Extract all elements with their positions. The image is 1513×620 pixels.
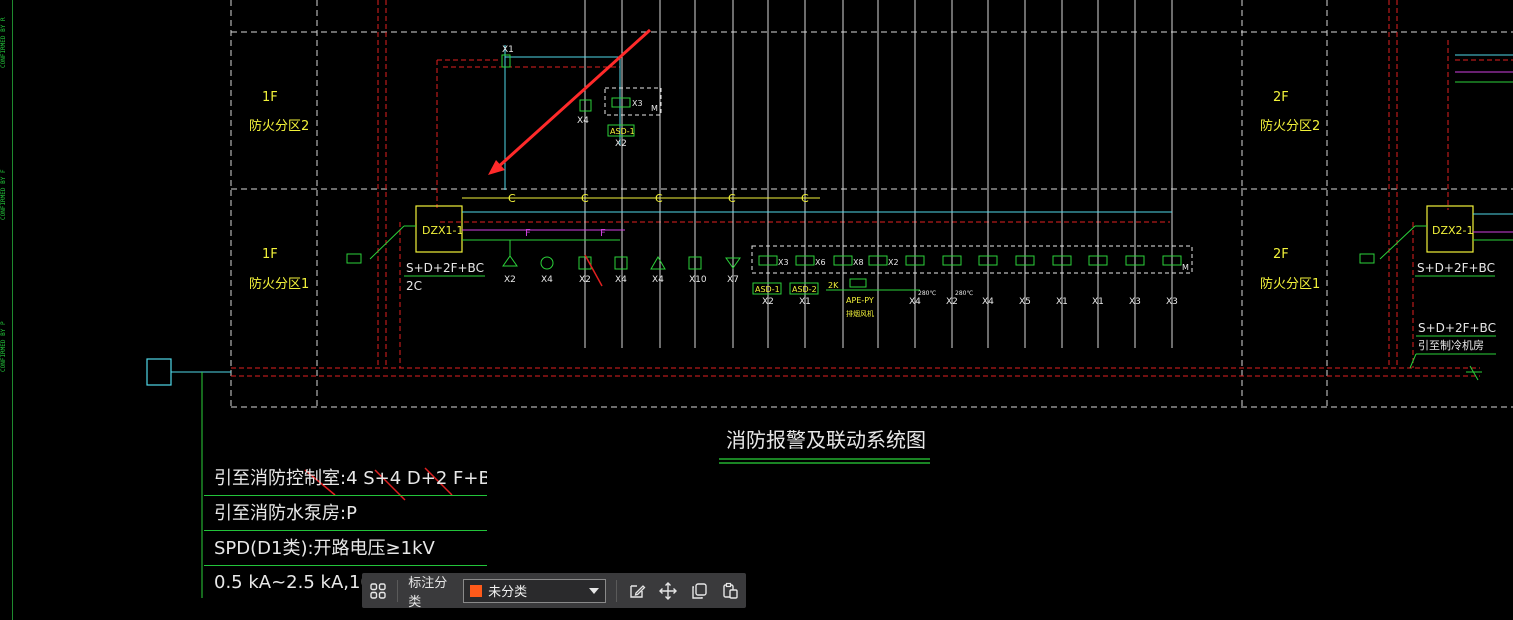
zone-label-1f-top: 防火分区2 <box>249 118 309 134</box>
top-right-lines <box>1455 54 1513 83</box>
device-top-x4-label: X4 <box>577 116 589 126</box>
c-marker: C <box>581 192 589 205</box>
device-top-asd-label: ASD-1 <box>610 127 635 136</box>
k2-label: 2K <box>828 281 839 290</box>
move-icon <box>658 581 677 600</box>
toolbar-separator <box>616 579 617 602</box>
paste-icon <box>723 582 739 599</box>
module-box-label: X8 <box>853 258 864 267</box>
module-bottom-label: X1 <box>1056 297 1068 307</box>
panel-dzx1-1[interactable]: DZX1-1 S+D+2F+BC 2C <box>404 205 485 293</box>
device-bottom-label: X4 <box>615 275 627 285</box>
floor-label-2f-top: 2F <box>1273 90 1289 105</box>
module-bottom-label: X1 <box>799 297 811 307</box>
module-bottom-label: X3 <box>1166 297 1178 307</box>
device-top-x3-label: X3 <box>632 99 643 108</box>
floor-label-1f-bottom: 1F <box>262 247 278 262</box>
module-box-label: X2 <box>888 258 899 267</box>
category-select[interactable]: 未分类 <box>463 578 606 603</box>
panel-dzx1-1-code: 2C <box>406 279 422 293</box>
toolbar-separator <box>397 579 399 602</box>
module-bottom-label: X2 <box>946 297 958 307</box>
module-bottom-label: X5 <box>1019 297 1031 307</box>
bus-label-f1: F <box>525 228 531 239</box>
panel-dzx1-1-cable: S+D+2F+BC <box>406 261 484 275</box>
copy-button[interactable] <box>684 575 715 607</box>
right-cable-note: S+D+2F+BC 引至制冷机房 <box>1409 321 1496 369</box>
legend-row-pump-room: 引至消防水泵房:P <box>204 497 487 531</box>
asd1-label: ASD-1 <box>755 285 780 294</box>
paste-button[interactable] <box>715 575 746 607</box>
c-marker: C <box>728 192 736 205</box>
grid-icon <box>369 582 386 599</box>
module-extras: ASD-1 ASD-2 2K APE-PY 排烟风机 280℃ 280℃ <box>752 278 973 318</box>
zone-label-1f-bottom: 防火分区1 <box>249 276 309 292</box>
temp-label-1: 280℃ <box>918 290 936 297</box>
edit-button[interactable] <box>621 575 652 607</box>
device-box-left[interactable] <box>346 253 362 264</box>
panel-dzx2-1[interactable]: DZX2-1 S+D+2F+BC <box>1415 205 1513 277</box>
module-bottom-label: X1 <box>1092 297 1104 307</box>
edit-icon <box>629 584 646 598</box>
ape-label: APE-PY <box>846 296 874 305</box>
module-bottom-label: X3 <box>1129 297 1141 307</box>
grid-menu-button[interactable] <box>362 575 393 607</box>
temp-label-2: 280℃ <box>955 290 973 297</box>
module-box-label: X3 <box>778 258 789 267</box>
zone-label-2f-bottom: 防火分区1 <box>1260 276 1320 292</box>
red-boundaries <box>231 0 1513 377</box>
device-box-right[interactable] <box>1359 253 1375 264</box>
panel-dzx2-1-name: DZX2-1 <box>1432 224 1474 237</box>
floor-label-2f-bottom: 2F <box>1273 247 1289 262</box>
diagram-title: 消防报警及联动系统图 <box>726 428 926 452</box>
floor-label-1f-top: 1F <box>262 90 278 105</box>
asd2-label: ASD-2 <box>792 285 817 294</box>
legend-row-control-room: 引至消防控制室:4 S+4 D+2 F+BC <box>204 462 487 496</box>
right-cable-line2: 引至制冷机房 <box>1418 338 1484 352</box>
category-color-swatch <box>470 584 483 597</box>
module-box-label: X6 <box>815 258 826 267</box>
device-bottom-label: X2 <box>504 275 516 285</box>
riser-lines <box>584 0 1173 348</box>
floor-grid <box>230 0 1513 408</box>
module-bottom-label: X4 <box>909 297 921 307</box>
device-bottom-label: X7 <box>727 275 739 285</box>
annotation-toolbar: 标注分类 未分类 <box>362 573 746 610</box>
module-row-m: M <box>1182 263 1189 272</box>
move-button[interactable] <box>652 575 683 607</box>
module-bottom-label: X2 <box>762 297 774 307</box>
device-top-x1-label: X1 <box>502 45 514 55</box>
chevron-down-icon <box>589 587 599 594</box>
ape-sub-label: 排烟风机 <box>846 309 874 318</box>
copy-icon <box>692 582 707 599</box>
module-boxes[interactable]: X3 X6 X8 X2 <box>758 255 1182 267</box>
device-bottom-label: X4 <box>541 275 553 285</box>
device-top-m-label: M <box>651 104 658 113</box>
c-marker: C <box>655 192 663 205</box>
module-bottom-label: X4 <box>982 297 994 307</box>
panel-dzx2-1-cable: S+D+2F+BC <box>1417 261 1495 275</box>
device-bottom-label: X10 <box>689 275 707 285</box>
device-bottom-label: X2 <box>579 275 591 285</box>
bus-label-f2: F <box>600 228 606 239</box>
c-marker: C <box>801 192 809 205</box>
panel-dzx1-1-name: DZX1-1 <box>422 224 464 237</box>
top-devices[interactable]: X1 X4 X3 M ASD-1 X2 <box>501 45 662 149</box>
device-top-x2-label: X2 <box>615 139 627 149</box>
category-select-value: 未分类 <box>488 585 528 600</box>
category-label: 标注分类 <box>408 575 448 610</box>
zone-label-2f-top: 防火分区2 <box>1260 118 1320 134</box>
right-cable-line1: S+D+2F+BC <box>1418 321 1496 335</box>
c-marker: C <box>508 192 516 205</box>
legend-row-spd: SPD(D1类):开路电压≥1kV <box>204 532 487 566</box>
bus-lines: F F <box>369 45 1427 260</box>
device-bottom-label: X4 <box>652 275 664 285</box>
